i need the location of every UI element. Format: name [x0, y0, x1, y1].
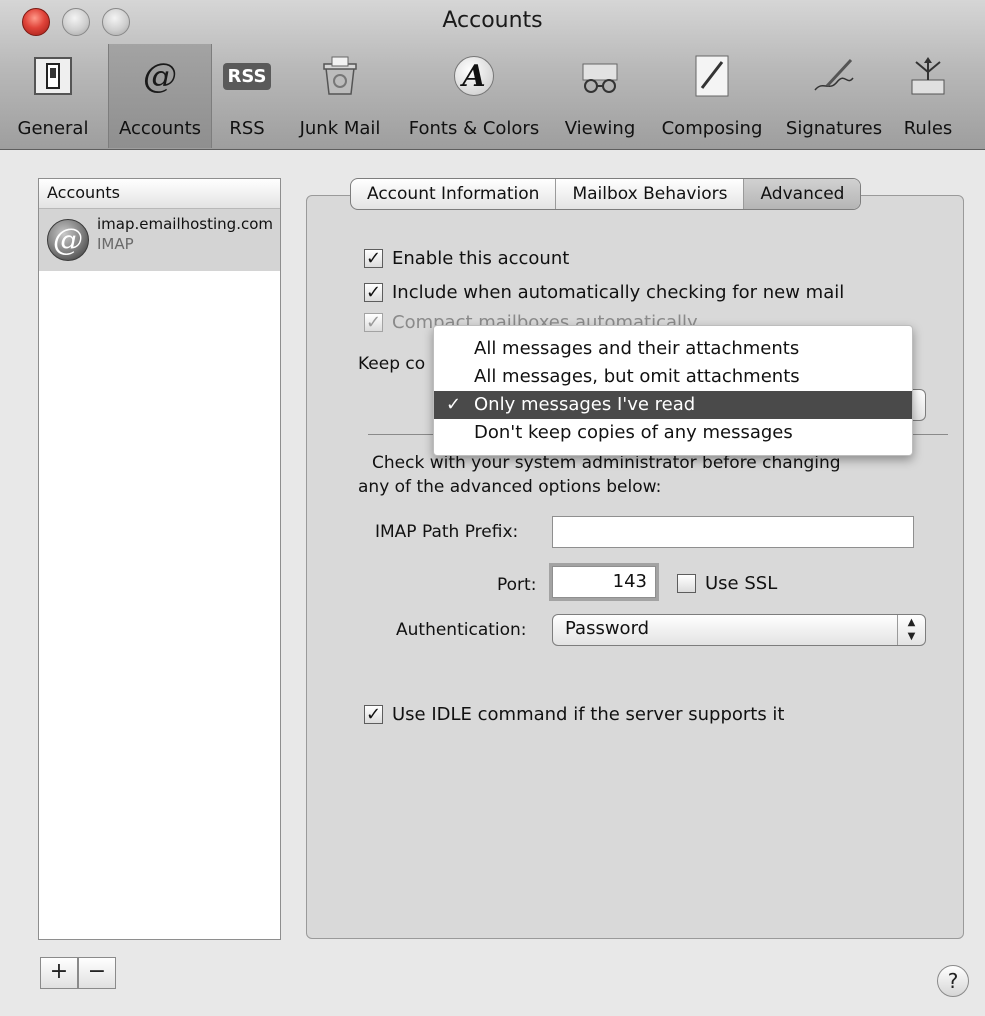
use-ssl-label: Use SSL	[705, 573, 778, 594]
add-account-button[interactable]: +	[40, 957, 78, 989]
pencil-paper-icon	[686, 50, 738, 102]
toolbar-label: Fonts & Colors	[408, 118, 540, 139]
rss-icon: RSS	[221, 50, 273, 102]
menu-item-only-read[interactable]: ✓ Only messages I've read	[434, 391, 912, 419]
toolbar-label: General	[17, 118, 89, 139]
port-input[interactable]: 143	[552, 566, 656, 598]
at-sign-icon: @	[143, 56, 177, 96]
separator	[368, 434, 438, 435]
account-at-icon: @	[47, 219, 89, 261]
account-name: imap.emailhosting.com	[97, 215, 274, 233]
toolbar-viewing[interactable]: Viewing	[556, 44, 644, 148]
use-ssl-checkbox[interactable]	[677, 574, 696, 593]
use-ssl-option[interactable]: Use SSL	[677, 573, 777, 594]
help-button[interactable]: ?	[937, 965, 969, 997]
use-idle-checkbox[interactable]: ✓	[364, 705, 383, 724]
toolbar-label: Accounts	[118, 118, 202, 139]
preferences-window: Accounts General @ Accounts RSS RSS Junk…	[0, 0, 985, 1016]
toolbar-label: Rules	[903, 118, 953, 139]
toolbar-signatures[interactable]: Signatures	[778, 44, 890, 148]
toolbar-accounts[interactable]: @ Accounts	[108, 44, 212, 148]
toolbar-composing[interactable]: Composing	[656, 44, 768, 148]
authentication-popup[interactable]: Password ▲ ▼	[552, 614, 926, 646]
use-idle-label: Use IDLE command if the server supports …	[392, 704, 785, 725]
tab-mailbox-behaviors[interactable]: Mailbox Behaviors	[556, 179, 745, 209]
include-auto-check-label: Include when automatically checking for …	[392, 282, 845, 303]
remove-account-button[interactable]: −	[78, 957, 116, 989]
tab-bar: Account Information Mailbox Behaviors Ad…	[350, 178, 862, 210]
popup-arrows-icon: ▲ ▼	[897, 615, 925, 645]
toolbar-general[interactable]: General	[0, 44, 106, 148]
menu-item-dont-keep[interactable]: Don't keep copies of any messages	[434, 419, 912, 447]
toolbar-fonts-colors[interactable]: A Fonts & Colors	[402, 44, 546, 148]
compact-mailboxes-checkbox: ✓	[364, 311, 383, 333]
accounts-list-header: Accounts	[39, 179, 280, 209]
account-row[interactable]: @ imap.emailhosting.com IMAP	[39, 209, 280, 271]
keep-copies-menu: All messages and their attachments All m…	[433, 325, 913, 456]
toolbar-rss[interactable]: RSS RSS	[214, 44, 280, 148]
port-label: Port:	[497, 575, 537, 595]
toolbar-label: Composing	[661, 118, 763, 139]
use-idle-option[interactable]: ✓ Use IDLE command if the server support…	[364, 704, 785, 725]
account-type: IMAP	[97, 235, 134, 253]
include-auto-check-option[interactable]: ✓ Include when automatically checking fo…	[364, 282, 844, 303]
toolbar-label: RSS	[229, 118, 265, 139]
enable-account-option[interactable]: ✓ Enable this account	[364, 248, 569, 269]
imap-path-prefix-label: IMAP Path Prefix:	[375, 522, 519, 542]
tab-account-information[interactable]: Account Information	[351, 179, 557, 209]
menu-item-all-with-attachments[interactable]: All messages and their attachments	[434, 335, 912, 363]
include-auto-check-checkbox[interactable]: ✓	[364, 283, 383, 302]
toolbar-junk-mail[interactable]: Junk Mail	[294, 44, 386, 148]
admin-note-line-1: Check with your system administrator bef…	[372, 453, 841, 473]
font-icon: A	[448, 50, 500, 102]
authentication-label: Authentication:	[396, 620, 527, 640]
toolbar-label: Viewing	[564, 118, 636, 139]
glasses-icon	[574, 50, 626, 102]
toolbar-label: Signatures	[785, 118, 883, 139]
tab-advanced[interactable]: Advanced	[744, 179, 861, 209]
checkmark-icon: ✓	[446, 394, 462, 415]
separator	[912, 434, 948, 435]
window-title: Accounts	[442, 8, 543, 33]
menu-item-all-omit-attachments[interactable]: All messages, but omit attachments	[434, 363, 912, 391]
rules-arrows-icon	[902, 50, 954, 102]
toolbar-label: Junk Mail	[299, 118, 381, 139]
imap-path-prefix-input[interactable]	[552, 516, 914, 548]
accounts-list: Accounts @ imap.emailhosting.com IMAP	[38, 178, 281, 940]
toolbar-rules[interactable]: Rules	[896, 44, 960, 148]
title-toolbar: Accounts General @ Accounts RSS RSS Junk…	[0, 0, 985, 150]
pen-signature-icon	[808, 50, 860, 102]
admin-note-line-2: any of the advanced options below:	[358, 477, 662, 497]
switch-icon	[27, 50, 79, 102]
enable-account-label: Enable this account	[392, 248, 570, 269]
keep-copies-label: Keep co	[358, 354, 426, 374]
enable-account-checkbox[interactable]: ✓	[364, 249, 383, 268]
trash-bin-icon	[314, 50, 366, 102]
authentication-value: Password	[565, 618, 650, 639]
